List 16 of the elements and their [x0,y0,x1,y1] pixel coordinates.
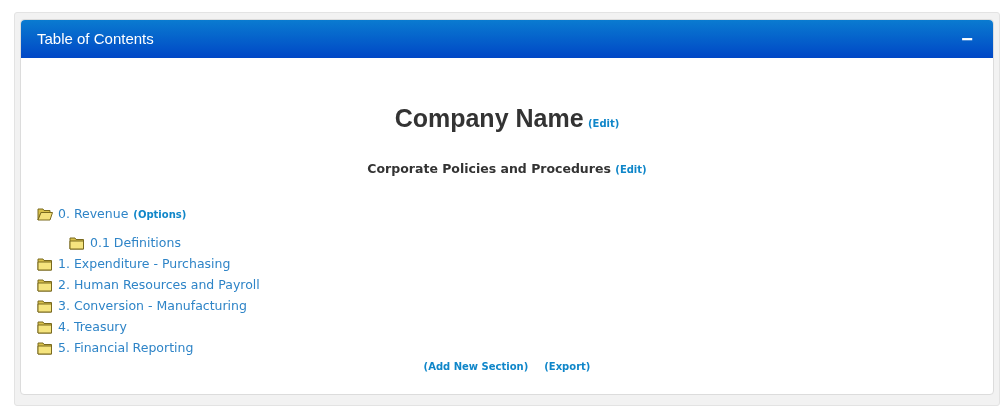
section-link[interactable]: 5. Financial Reporting [58,338,194,358]
edit-link[interactable]: (Edit) [588,118,620,129]
section-link[interactable]: 1. Expenditure - Purchasing [58,254,231,274]
section-link[interactable]: 0.1 Definitions [90,233,181,253]
footer-link[interactable]: (Export) [544,358,591,374]
footer-link[interactable]: (Add New Section) [423,358,529,374]
section-link[interactable]: 3. Conversion - Manufacturing [58,296,247,316]
subtitle: Corporate Policies and Procedures [367,160,611,176]
panel-title: Table of Contents [37,28,154,49]
edit-link[interactable]: (Edit) [615,163,647,175]
section-link[interactable]: 4. Treasury [58,317,127,337]
section-link[interactable]: 0. Revenue [58,204,129,224]
options-link[interactable]: (Options) [133,206,187,222]
section-link[interactable]: 2. Human Resources and Payroll [58,275,260,295]
collapse-button[interactable]: − [957,29,977,49]
company-name: Company Name [394,104,584,132]
